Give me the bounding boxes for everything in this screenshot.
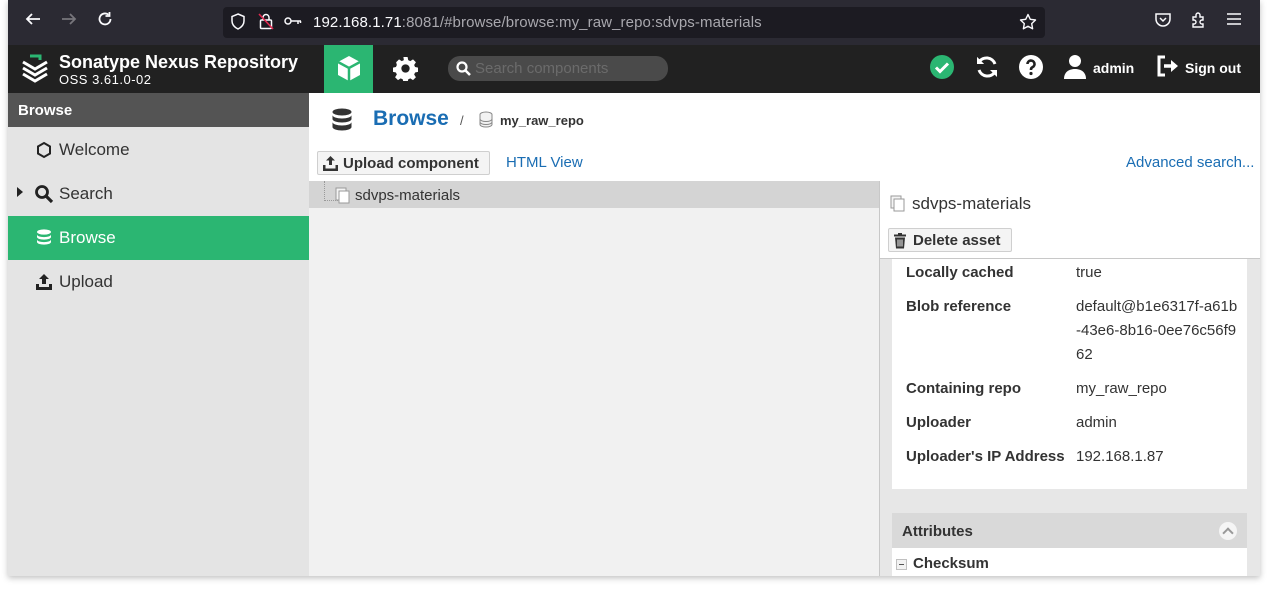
attributes-label: Attributes bbox=[902, 523, 973, 540]
info-value: my_raw_repo bbox=[1076, 380, 1167, 397]
search-icon bbox=[456, 61, 471, 76]
gear-icon bbox=[393, 57, 418, 81]
system-status-icon[interactable] bbox=[929, 54, 959, 84]
refresh-icon[interactable] bbox=[974, 54, 1004, 84]
file-icon bbox=[890, 195, 905, 212]
info-key: Containing repo bbox=[906, 380, 1021, 397]
sidebar-item-label: Welcome bbox=[59, 140, 130, 159]
info-value: true bbox=[1076, 264, 1102, 281]
search-components-box[interactable] bbox=[448, 56, 668, 81]
info-key: Uploader bbox=[906, 414, 972, 431]
attributes-section-header[interactable]: Attributes bbox=[892, 513, 1247, 548]
shield-icon[interactable] bbox=[229, 13, 247, 31]
sidebar-item-upload[interactable]: Upload bbox=[8, 260, 309, 304]
upload-icon bbox=[36, 274, 52, 290]
delete-asset-label: Delete asset bbox=[913, 232, 1001, 249]
browse-mode-button[interactable] bbox=[324, 45, 373, 93]
brand-title: Sonatype Nexus Repository bbox=[59, 52, 299, 72]
collapse-minus-icon[interactable] bbox=[896, 559, 907, 570]
component-tree: sdvps-materials bbox=[309, 181, 879, 576]
address-bar[interactable]: 192.168.1.71:8081/#browse/browse:my_raw_… bbox=[223, 7, 1045, 38]
file-icon bbox=[335, 187, 350, 204]
asset-info-scroll[interactable]: Locally cached true Blob reference defau… bbox=[880, 259, 1260, 576]
breadcrumb-separator: / bbox=[460, 113, 464, 128]
breadcrumb-browse[interactable]: Browse bbox=[373, 107, 449, 131]
checksum-label: Checksum bbox=[913, 555, 989, 572]
sign-out-icon[interactable] bbox=[1156, 54, 1186, 84]
hexagon-icon bbox=[37, 141, 51, 159]
info-value: 192.168.1.87 bbox=[1076, 448, 1164, 465]
checksum-row[interactable]: Checksum bbox=[892, 548, 1247, 576]
sidebar-item-search[interactable]: Search bbox=[8, 172, 309, 216]
help-icon[interactable] bbox=[1018, 54, 1048, 84]
upload-icon bbox=[323, 156, 338, 171]
app-header: Sonatype Nexus Repository OSS 3.61.0-02 bbox=[8, 45, 1260, 93]
html-view-link[interactable]: HTML View bbox=[506, 154, 583, 171]
sidebar-title: Browse bbox=[8, 93, 309, 127]
sidebar-item-label: Upload bbox=[59, 272, 113, 291]
sidebar-item-label: Search bbox=[59, 184, 113, 203]
search-components-input[interactable] bbox=[475, 59, 660, 78]
sign-out-button[interactable]: Sign out bbox=[1185, 60, 1241, 76]
forward-icon[interactable] bbox=[57, 10, 81, 34]
key-icon[interactable] bbox=[284, 13, 302, 31]
tree-node-label: sdvps-materials bbox=[355, 187, 461, 204]
reload-icon[interactable] bbox=[93, 10, 117, 34]
advanced-search-link[interactable]: Advanced search... bbox=[1126, 154, 1254, 171]
back-icon[interactable] bbox=[21, 10, 45, 34]
sidebar-item-browse[interactable]: Browse bbox=[8, 216, 309, 260]
breadcrumb-repo: my_raw_repo bbox=[500, 113, 584, 128]
asset-summary: Locally cached true Blob reference defau… bbox=[892, 259, 1247, 489]
sonatype-logo-icon[interactable] bbox=[20, 53, 50, 83]
info-key: Locally cached bbox=[906, 264, 1014, 281]
brand-version: OSS 3.61.0-02 bbox=[59, 72, 152, 87]
browser-toolbar: 192.168.1.71:8081/#browse/browse:my_raw_… bbox=[8, 0, 1260, 45]
info-key: Uploader's IP Address bbox=[906, 448, 1065, 465]
sidebar-item-label: Browse bbox=[59, 228, 116, 247]
info-key: Blob reference bbox=[906, 298, 1012, 315]
username-label[interactable]: admin bbox=[1093, 60, 1134, 76]
repository-icon bbox=[479, 111, 493, 128]
delete-asset-button[interactable]: Delete asset bbox=[888, 228, 1012, 252]
cube-icon bbox=[337, 56, 361, 81]
extensions-icon[interactable] bbox=[1188, 11, 1210, 33]
trash-icon bbox=[894, 233, 906, 249]
collapse-chevron-icon[interactable] bbox=[1219, 522, 1237, 540]
expand-caret-icon[interactable] bbox=[17, 187, 23, 197]
asset-detail-panel: sdvps-materials Delete asset Locally cac… bbox=[880, 181, 1260, 576]
sidebar: Browse Welcome Search Browse Upload bbox=[8, 93, 309, 576]
sidebar-item-welcome[interactable]: Welcome bbox=[8, 128, 309, 172]
bookmark-star-icon[interactable] bbox=[1019, 13, 1037, 31]
database-icon bbox=[332, 108, 352, 131]
upload-component-button[interactable]: Upload component bbox=[317, 151, 490, 175]
user-icon[interactable] bbox=[1063, 54, 1093, 84]
menu-icon[interactable] bbox=[1223, 11, 1245, 33]
info-value: admin bbox=[1076, 414, 1117, 431]
asset-title: sdvps-materials bbox=[912, 194, 1032, 213]
tree-node[interactable]: sdvps-materials bbox=[309, 181, 879, 208]
database-icon bbox=[37, 229, 51, 245]
upload-component-label: Upload component bbox=[343, 155, 479, 172]
insecure-lock-icon[interactable] bbox=[257, 13, 275, 31]
info-value: default@b1e6317f-a61b-43e6-8b16-0ee76c56… bbox=[1076, 298, 1238, 363]
pocket-icon[interactable] bbox=[1152, 11, 1174, 33]
url-text[interactable]: 192.168.1.71:8081/#browse/browse:my_raw_… bbox=[313, 14, 762, 31]
admin-mode-button[interactable] bbox=[381, 45, 430, 93]
browser-window: 192.168.1.71:8081/#browse/browse:my_raw_… bbox=[8, 0, 1260, 576]
search-icon bbox=[35, 185, 54, 204]
main-content: Browse / my_raw_repo Upload component HT… bbox=[309, 93, 1260, 576]
